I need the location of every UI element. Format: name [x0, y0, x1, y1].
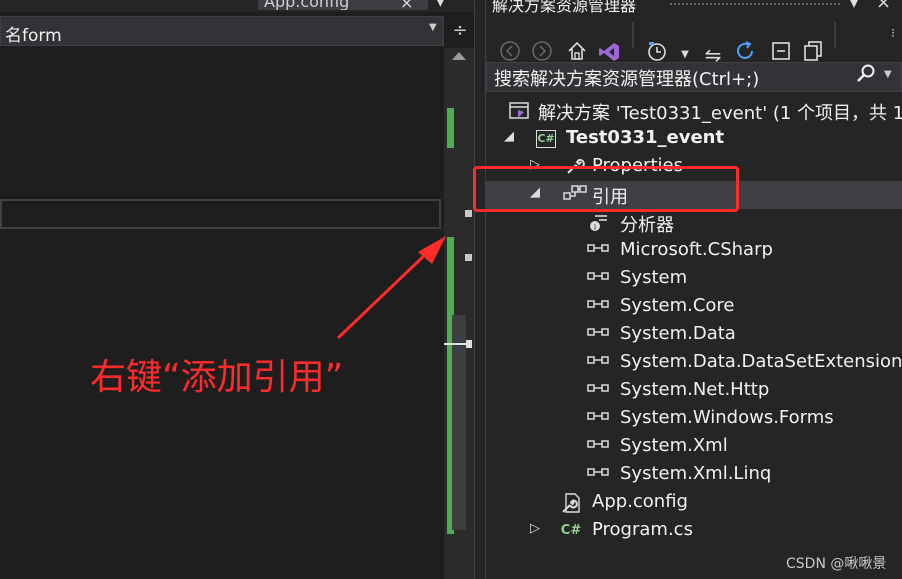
reference-icon [586, 380, 612, 402]
tree-item-reference[interactable]: Microsoft.CSharp [486, 237, 902, 265]
tree-item-reference[interactable]: System [486, 265, 902, 293]
editor-find-box[interactable] [0, 199, 441, 229]
reference-icon [586, 352, 612, 374]
tree-item-label: System.Core [620, 295, 735, 316]
code-editor[interactable] [0, 0, 474, 579]
tree-item-solution[interactable]: 解决方案 'Test0331_event' (1 个项目，共 1 个 [486, 97, 902, 125]
tree-item-reference[interactable]: System.Windows.Forms [486, 405, 902, 433]
tree-item-label: Microsoft.CSharp [620, 239, 773, 260]
tree-item-label: Test0331_event [566, 127, 725, 148]
member-dropdown-value: 名form [5, 26, 62, 46]
tree-item-app-config[interactable]: App.config [486, 489, 902, 517]
tree-item-label: 解决方案 'Test0331_event' (1 个项目，共 1 个 [538, 103, 902, 124]
config-file-icon [560, 492, 582, 514]
solution-icon [508, 100, 530, 122]
more-icon[interactable]: ⁝ [886, 18, 900, 48]
tab-menu-icon[interactable]: ▼ [435, 0, 446, 9]
csharp-project-icon: C# [536, 130, 556, 148]
tree-item-reference[interactable]: System.Xml.Linq [486, 461, 902, 489]
tree-item-label: 分析器 [620, 215, 674, 236]
pin-icon[interactable]: ▾ [850, 0, 858, 12]
split-window-button[interactable]: ÷ [449, 18, 471, 44]
tree-item-analyzers[interactable]: i 分析器 [486, 209, 902, 237]
panel-title: 解决方案资源管理器 [492, 0, 637, 15]
tree-item-program-cs[interactable]: ▷ C# Program.cs [486, 517, 902, 545]
expanded-arrow-icon[interactable]: ◢ [504, 129, 514, 144]
watermark: CSDN @啾啾景 [786, 556, 887, 572]
scroll-marker [465, 210, 472, 217]
reference-icon [586, 296, 612, 318]
tree-item-reference[interactable]: System.Net.Http [486, 377, 902, 405]
collapsed-arrow-icon[interactable]: ▷ [530, 521, 540, 536]
close-icon[interactable]: × [876, 0, 891, 13]
tree-item-label: System.Xml [620, 435, 728, 456]
tree-item-label: System.Net.Http [620, 379, 770, 400]
reference-icon [586, 436, 612, 458]
svg-text:i: i [594, 223, 596, 232]
tree-item-reference[interactable]: System.Data.DataSetExtensions [486, 349, 902, 377]
toolbar-separator [834, 22, 836, 48]
panel-splitter[interactable] [474, 0, 486, 579]
tree-item-label: System.Windows.Forms [620, 407, 834, 428]
highlight-box [473, 166, 739, 212]
scroll-marker [465, 254, 472, 261]
change-indicator [447, 108, 454, 148]
tree-item-reference[interactable]: System.Xml [486, 433, 902, 461]
tree-item-label: Program.cs [592, 519, 693, 540]
close-icon[interactable]: × [400, 0, 413, 12]
csharp-file-icon: C# [560, 523, 582, 538]
annotation-text: 右键“添加引用” [90, 357, 344, 398]
reference-icon [586, 268, 612, 290]
search-icon[interactable] [856, 63, 876, 88]
reference-icon [586, 408, 612, 430]
analyzer-icon: i [588, 212, 610, 234]
scroll-up-icon[interactable] [452, 52, 466, 60]
tree-item-label: System.Xml.Linq [620, 463, 772, 484]
reference-icon [586, 240, 612, 262]
member-dropdown[interactable]: 名form ▼ [0, 16, 444, 46]
title-grip[interactable] [670, 3, 840, 9]
tree-item-project[interactable]: ◢ C# Test0331_event [486, 125, 902, 153]
tree-item-label: System.Data [620, 323, 736, 344]
chevron-down-icon[interactable]: ▼ [884, 69, 892, 80]
reference-icon [586, 324, 612, 346]
solution-explorer-toolbar: ▼ ⇋ ⁝ [486, 18, 902, 67]
scroll-position-marker [466, 340, 472, 348]
tree-item-label: System.Data.DataSetExtensions [620, 351, 902, 372]
tree-item-label: App.config [592, 491, 688, 512]
toolbar-separator [632, 22, 634, 48]
scroll-thumb[interactable] [452, 315, 466, 530]
reference-icon [586, 464, 612, 486]
tree-item-reference[interactable]: System.Data [486, 321, 902, 349]
tree-item-reference[interactable]: System.Core [486, 293, 902, 321]
search-placeholder: 搜索解决方案资源管理器(Ctrl+;) [494, 69, 760, 90]
chevron-down-icon: ▼ [429, 22, 437, 33]
tree-item-label: System [620, 267, 688, 288]
